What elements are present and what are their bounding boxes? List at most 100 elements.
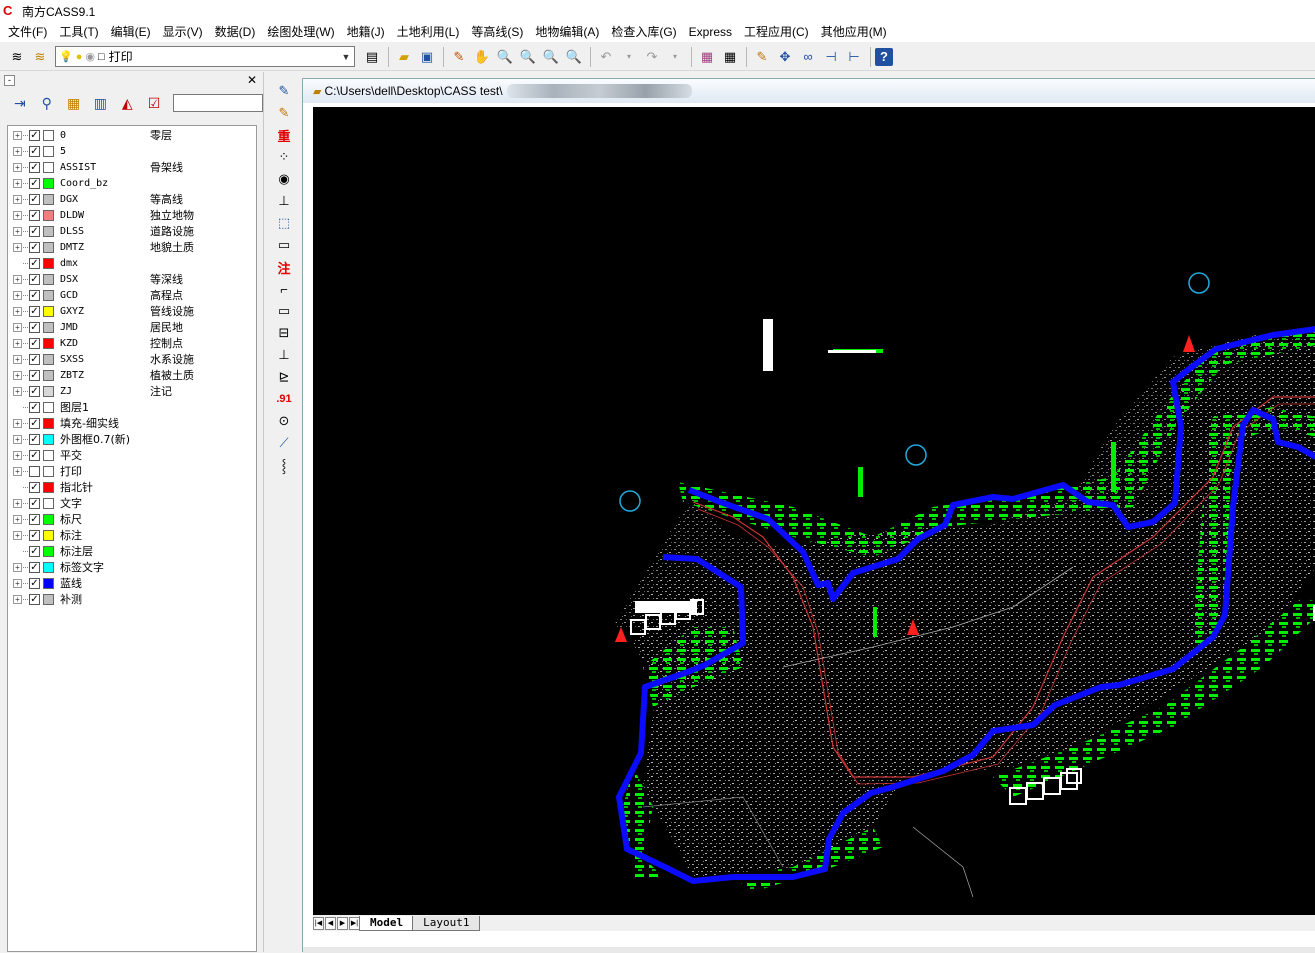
move-icon[interactable]: ✥ xyxy=(774,46,796,68)
dimension-icon[interactable]: ⊥ xyxy=(272,190,296,212)
tab-layout1[interactable]: Layout1 xyxy=(412,915,481,931)
layer-row[interactable]: + 打印 xyxy=(8,463,256,479)
layer-visibility-checkbox[interactable]: ✓ xyxy=(29,385,40,397)
elevation-icon[interactable]: .91 xyxy=(272,388,296,410)
layer-row[interactable]: + ✓ DSX 等深线 xyxy=(8,271,256,287)
pan-hand-icon[interactable]: ✋ xyxy=(471,46,493,68)
layer-row[interactable]: ✓ 指北针 xyxy=(8,479,256,495)
help-icon[interactable]: ? xyxy=(875,47,893,66)
polyline-icon[interactable]: ⌐ xyxy=(272,278,296,300)
layer-color-swatch[interactable] xyxy=(43,321,54,333)
layer-visibility-checkbox[interactable]: ✓ xyxy=(29,513,40,525)
menu-item[interactable]: 地籍(J) xyxy=(341,22,391,42)
expand-icon[interactable]: + xyxy=(13,514,22,524)
layer-color-swatch[interactable] xyxy=(43,337,54,349)
menu-item[interactable]: 工具(T) xyxy=(53,22,104,42)
layer-visibility-checkbox[interactable]: ✓ xyxy=(29,225,40,237)
layer-visibility-checkbox[interactable]: ✓ xyxy=(29,545,40,557)
expand-icon[interactable]: + xyxy=(13,594,22,604)
annotate-icon[interactable]: 注 xyxy=(272,256,296,278)
expand-icon[interactable]: + xyxy=(13,578,22,588)
layer-row[interactable]: ✓ 图层1 xyxy=(8,399,256,415)
close-icon[interactable]: ✕ xyxy=(247,73,257,87)
layer-row[interactable]: + ✓ SXSS 水系设施 xyxy=(8,351,256,367)
layer-color-swatch[interactable] xyxy=(43,209,54,221)
break-line-icon[interactable]: ⊣ xyxy=(820,46,842,68)
layer-row[interactable]: + ✓ DGX 等高线 xyxy=(8,191,256,207)
layer-visibility-checkbox[interactable]: ✓ xyxy=(29,417,40,429)
menu-item[interactable]: 编辑(E) xyxy=(105,22,157,42)
undo-icon[interactable]: ↶ xyxy=(595,46,617,68)
expand-icon[interactable]: + xyxy=(13,162,22,172)
edit-attribute-icon[interactable]: ✎ xyxy=(272,102,296,124)
expand-icon[interactable]: + xyxy=(13,274,22,284)
layer-visibility-checkbox[interactable]: ✓ xyxy=(29,177,40,189)
trim-line-icon[interactable]: ⊢ xyxy=(843,46,865,68)
layer-row[interactable]: + ✓ ASSIST 骨架线 xyxy=(8,159,256,175)
layer-visibility-checkbox[interactable]: ✓ xyxy=(29,193,40,205)
menu-item[interactable]: 绘图处理(W) xyxy=(261,22,340,42)
zoom-realtime-icon[interactable]: 🔍 xyxy=(494,46,516,68)
expand-icon[interactable]: + xyxy=(13,370,22,380)
expand-icon[interactable]: + xyxy=(13,194,22,204)
layer-row[interactable]: + ✓ ZJ 注记 xyxy=(8,383,256,399)
layer-row[interactable]: + ✓ JMD 居民地 xyxy=(8,319,256,335)
layer-visibility-checkbox[interactable]: ✓ xyxy=(29,145,40,157)
layer-color-swatch[interactable] xyxy=(43,513,54,525)
layer-visibility-checkbox[interactable]: ✓ xyxy=(29,593,40,605)
next-tab-icon[interactable]: ▶ xyxy=(337,916,348,930)
layer-visibility-checkbox[interactable]: ✓ xyxy=(29,369,40,381)
expand-icon[interactable]: + xyxy=(13,306,22,316)
zoom-window-icon[interactable]: 🔍 xyxy=(517,46,539,68)
layer-color-swatch[interactable] xyxy=(43,561,54,573)
expand-icon[interactable]: + xyxy=(13,450,22,460)
expand-icon[interactable]: + xyxy=(13,178,22,188)
layer-row[interactable]: + ✓ DLDW 独立地物 xyxy=(8,207,256,223)
layer-color-swatch[interactable] xyxy=(43,161,54,173)
layer-color-swatch[interactable] xyxy=(43,545,54,557)
redo-dropdown-icon[interactable]: ▾ xyxy=(664,46,686,68)
layer-visibility-checkbox[interactable]: ✓ xyxy=(29,129,40,141)
tab-model[interactable]: Model xyxy=(359,915,415,931)
layer-color-swatch[interactable] xyxy=(43,497,54,509)
layer-search-input[interactable] xyxy=(172,94,263,112)
layer-visibility-checkbox[interactable]: ✓ xyxy=(29,401,40,413)
set-current-icon[interactable]: ☑ xyxy=(142,91,166,115)
query-icon[interactable]: ✎ xyxy=(272,80,296,102)
expand-icon[interactable]: + xyxy=(13,322,22,332)
rectangle-icon[interactable]: ▭ xyxy=(272,300,296,322)
layer-row[interactable]: + ✓ 标尺 xyxy=(8,511,256,527)
layer-visibility-checkbox[interactable]: ✓ xyxy=(29,433,40,445)
layer-color-swatch[interactable] xyxy=(43,449,54,461)
menu-item[interactable]: 检查入库(G) xyxy=(605,22,682,42)
expand-icon[interactable]: + xyxy=(13,338,22,348)
layer-visibility-checkbox[interactable]: ✓ xyxy=(29,321,40,333)
survey-icon[interactable]: ◉ xyxy=(272,168,296,190)
layer-color-swatch[interactable] xyxy=(43,145,54,157)
menu-item[interactable]: 工程应用(C) xyxy=(738,22,815,42)
layer-row[interactable]: + ✓ 5 xyxy=(8,143,256,159)
layer-row[interactable]: + ✓ 标签文字 xyxy=(8,559,256,575)
prev-tab-icon[interactable]: ◀ xyxy=(325,916,336,930)
curve-icon[interactable]: ⸾ xyxy=(272,454,296,476)
undo-dropdown-icon[interactable]: ▾ xyxy=(618,46,640,68)
menu-item[interactable]: 其他应用(M) xyxy=(815,22,893,42)
expand-icon[interactable]: + xyxy=(13,418,22,428)
hatch-icon[interactable]: ⊵ xyxy=(272,366,296,388)
properties-icon[interactable]: ▦ xyxy=(696,46,718,68)
expand-icon[interactable]: + xyxy=(13,530,22,540)
expand-icon[interactable]: + xyxy=(13,242,22,252)
open-file-icon[interactable]: ▰ xyxy=(393,46,415,68)
layer-visibility-checkbox[interactable]: ✓ xyxy=(29,241,40,253)
layer-color-swatch[interactable] xyxy=(43,177,54,189)
layer-color-swatch[interactable] xyxy=(43,529,54,541)
layer-combo[interactable]: 💡 ● ◉ □ 打印 ▼ xyxy=(55,46,355,67)
expand-icon[interactable]: + xyxy=(13,226,22,236)
layer-visibility-checkbox[interactable]: ✓ xyxy=(29,529,40,541)
layer-visibility-checkbox[interactable] xyxy=(29,465,40,477)
menu-item[interactable]: 地物编辑(A) xyxy=(529,22,605,42)
menu-item[interactable]: 等高线(S) xyxy=(465,22,529,42)
layer-color-swatch[interactable] xyxy=(43,289,54,301)
layer-color-swatch[interactable] xyxy=(43,385,54,397)
layer-visibility-checkbox[interactable]: ✓ xyxy=(29,337,40,349)
